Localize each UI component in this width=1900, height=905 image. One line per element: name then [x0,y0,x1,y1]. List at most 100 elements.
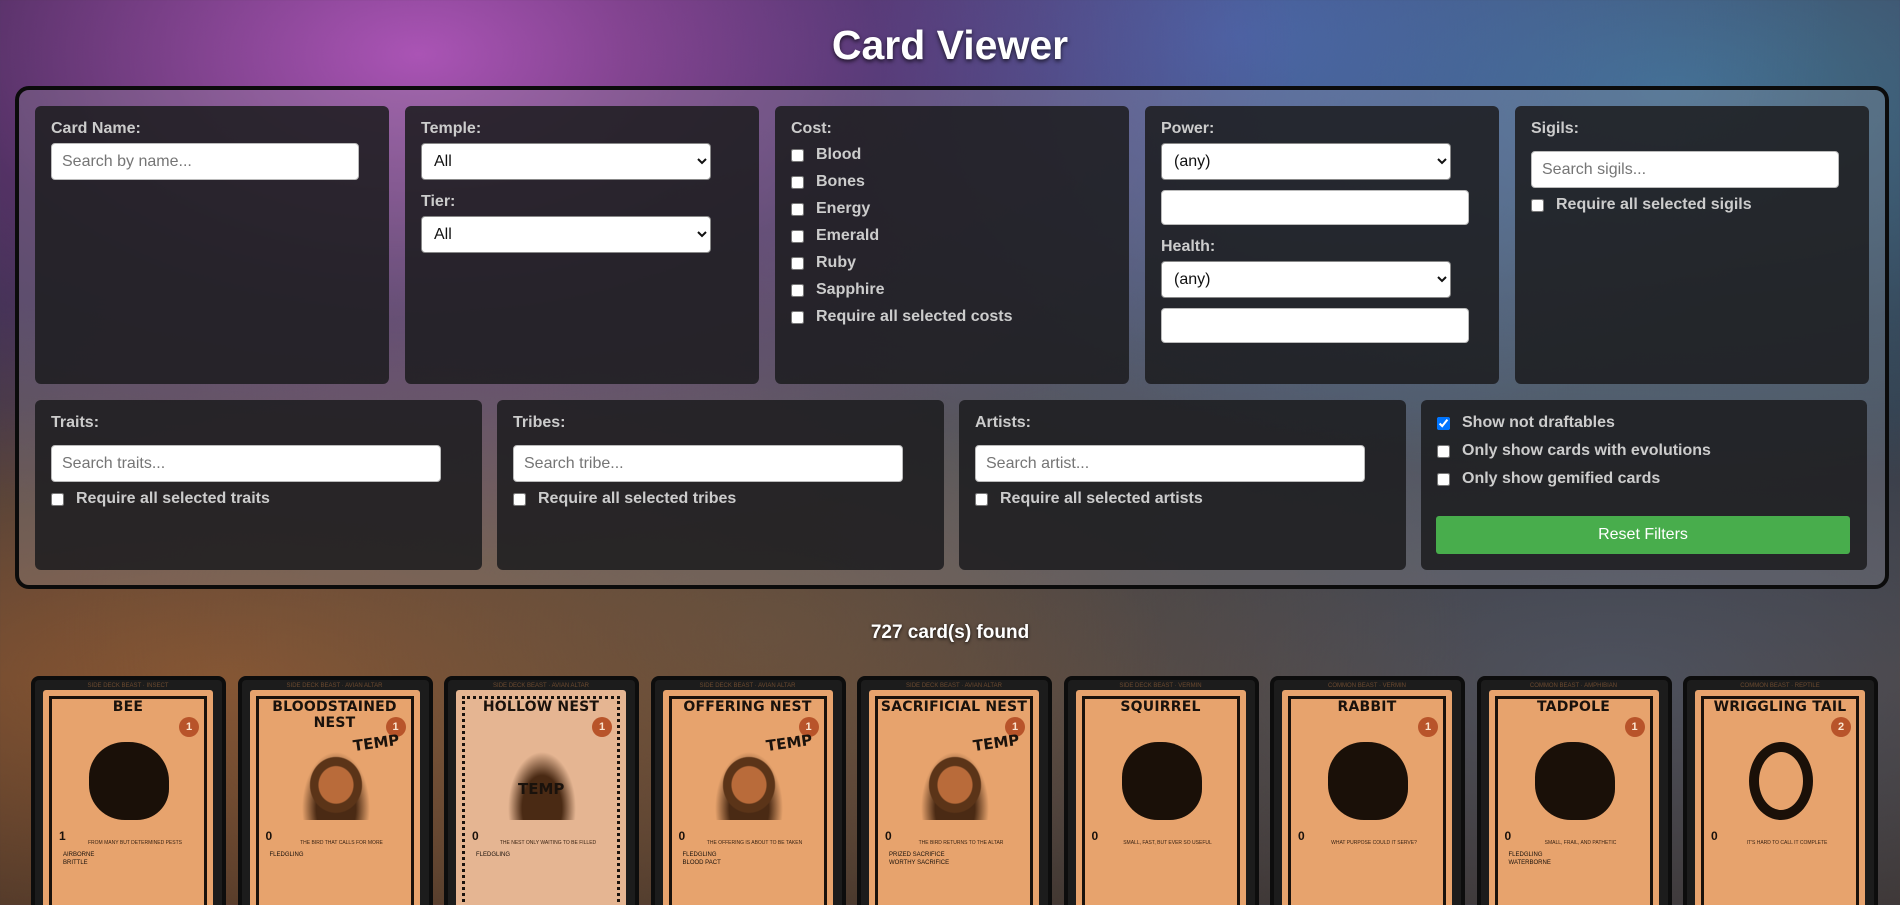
card-face: COMMON BEAST · REPTILE WRIGGLING TAIL 2 0 IT… [1695,683,1865,905]
card-subtitle: COMMON BEAST · VERMIN [1328,683,1406,689]
card-description: THE NEST ONLY WAITING TO BE FILLED [499,840,597,846]
card-tile[interactable]: COMMON BEAST · VERMIN RABBIT 1 0 WHAT PURPOS… [1270,676,1465,905]
card-name: HOLLOW NEST [482,699,600,715]
tribes-label: Tribes: [513,414,566,431]
require-all-artists-checkbox[interactable] [975,492,988,506]
card-power: 0 [1504,829,1512,843]
card-tile[interactable]: SIDE DECK BEAST · AVIAN ALTAR HOLLOW NEST… [444,676,639,905]
cost-sapphire-checkbox[interactable] [791,283,804,297]
card-sigil: FLEDGLING [269,852,304,858]
artists-label: Artists: [975,414,1032,431]
cost-option-ruby[interactable]: Ruby [791,254,1113,272]
card-tile[interactable]: SIDE DECK BEAST · AVIAN ALTAR BLOODSTAINE… [237,676,433,905]
card-power: 0 [1298,829,1305,843]
only-evolutions-checkbox[interactable] [1437,444,1450,458]
filter-panel: Card Name: Temple: All Tier: All Cost: B… [15,86,1889,589]
tribes-filter: Tribes: Require all selected tribes [497,400,944,570]
results-count: 727 card(s) found [870,622,1030,643]
tier-select[interactable]: All [421,216,711,253]
show-not-draftables-checkbox[interactable] [1437,416,1450,430]
reset-filters-button[interactable]: Reset Filters [1436,516,1850,554]
require-all-traits-checkbox[interactable] [51,492,64,506]
card-name-input[interactable] [51,143,359,180]
cost-option-blood[interactable]: Blood [791,146,1113,164]
card-description: THE OFFERING IS ABOUT TO BE TAKEN [706,840,803,846]
card-sigils: FLEDGLING [476,851,614,859]
card-name: OFFERING NEST [683,699,812,715]
tribes-search-input[interactable] [513,445,903,482]
sigils-search-input[interactable] [1531,151,1839,188]
require-all-tribes-checkbox[interactable] [513,492,526,506]
card-sigils: FLEDGLING BLOOD PACT [683,851,821,867]
sigils-filter: Sigils: Require all selected sigils [1515,106,1869,384]
require-all-traits[interactable]: Require all selected traits [51,490,466,508]
cost-energy-checkbox[interactable] [791,202,804,216]
card-face: SIDE DECK BEAST · VERMIN SQUIRREL 0 SMALL, … [1075,683,1246,905]
card-sigil: PRIZED SACRIFICE [889,852,945,858]
require-all-sigils-checkbox[interactable] [1531,198,1544,212]
card-tile[interactable]: SIDE DECK BEAST · AVIAN ALTAR OFFERING NE… [650,676,846,905]
power-health-filter: Power: (any) Health: (any) [1145,106,1499,384]
tier-label: Tier: [421,193,456,210]
artists-search-input[interactable] [975,445,1365,482]
cost-option-bones[interactable]: Bones [791,173,1113,191]
card-cost-icon: 1 [592,717,612,737]
cost-option-emerald[interactable]: Emerald [791,227,1113,245]
health-value-input[interactable] [1161,308,1469,343]
power-value-input[interactable] [1161,190,1469,225]
temple-select[interactable]: All [421,143,711,180]
card-cost-icon: 1 [1418,717,1438,737]
card-subtitle: SIDE DECK BEAST · AVIAN ALTAR [699,683,796,689]
only-gemified-checkbox[interactable] [1437,472,1450,486]
card-power: 0 [1711,829,1718,843]
card-art-icon [89,742,169,820]
card-power: 0 [1091,829,1099,843]
card-face: SIDE DECK BEAST · AVIAN ALTAR OFFERING NE… [662,683,833,905]
card-face: SIDE DECK BEAST · INSECT BEE 1 1 FROM MANY B… [43,683,213,905]
card-temp-label: TEMP [518,780,565,798]
card-tile[interactable]: SIDE DECK BEAST · AVIAN ALTAR SACRIFICIAL… [857,676,1052,905]
card-power: 0 [472,829,479,843]
health-select[interactable]: (any) [1161,261,1451,298]
cost-option-sapphire[interactable]: Sapphire [791,281,1113,299]
card-tile[interactable]: SIDE DECK BEAST · INSECT BEE 1 1 FROM MANY B… [31,676,226,905]
card-description: THE BIRD RETURNS TO THE ALTAR [918,840,1004,846]
require-all-costs-checkbox[interactable] [791,310,804,324]
cost-ruby-checkbox[interactable] [791,256,804,270]
card-name: RABBIT [1337,699,1397,715]
cost-label: Cost: [791,120,832,137]
card-power: 0 [678,829,686,843]
power-label: Power: [1161,120,1215,137]
show-not-draftables[interactable]: Show not draftables [1437,414,1851,432]
card-cost-icon: 1 [179,717,199,737]
card-art-icon [1121,742,1202,820]
display-options: Show not draftables Only show cards with… [1421,400,1867,570]
cost-option-energy[interactable]: Energy [791,200,1113,218]
card-subtitle: SIDE DECK BEAST · AVIAN ALTAR [286,683,383,689]
card-description: WHAT PURPOSE COULD IT SERVE? [1331,840,1417,846]
require-all-artists[interactable]: Require all selected artists [975,490,1390,508]
card-sigil: FLEDGLING [476,852,511,858]
page-title: Card Viewer [831,22,1069,68]
only-gemified[interactable]: Only show gemified cards [1437,470,1851,488]
card-name: BEE [112,699,144,715]
require-all-sigils[interactable]: Require all selected sigils [1531,196,1853,214]
card-power: 0 [265,829,273,843]
card-name-label: Card Name: [51,120,141,137]
sigils-label: Sigils: [1531,120,1580,137]
cost-blood-checkbox[interactable] [791,148,804,162]
only-evolutions[interactable]: Only show cards with evolutions [1437,442,1851,460]
traits-search-input[interactable] [51,445,441,482]
card-tile[interactable]: COMMON BEAST · AMPHIBIAN TADPOLE 1 0 SMALL, … [1476,676,1672,905]
require-all-costs[interactable]: Require all selected costs [791,308,1113,326]
power-select[interactable]: (any) [1161,143,1451,180]
artists-filter: Artists: Require all selected artists [959,400,1406,570]
card-sigils: AIRBORNE BRITTLE [63,851,201,867]
cost-bones-checkbox[interactable] [791,175,804,189]
card-tile[interactable]: COMMON BEAST · REPTILE WRIGGLING TAIL 2 0 IT… [1683,676,1878,905]
card-subtitle: SIDE DECK BEAST · INSECT [87,683,169,689]
card-tile[interactable]: SIDE DECK BEAST · VERMIN SQUIRREL 0 SMALL, … [1063,676,1259,905]
cost-emerald-checkbox[interactable] [791,229,804,243]
require-all-tribes[interactable]: Require all selected tribes [513,490,928,508]
card-description: FROM MANY BUT DETERMINED PESTS [88,840,182,846]
